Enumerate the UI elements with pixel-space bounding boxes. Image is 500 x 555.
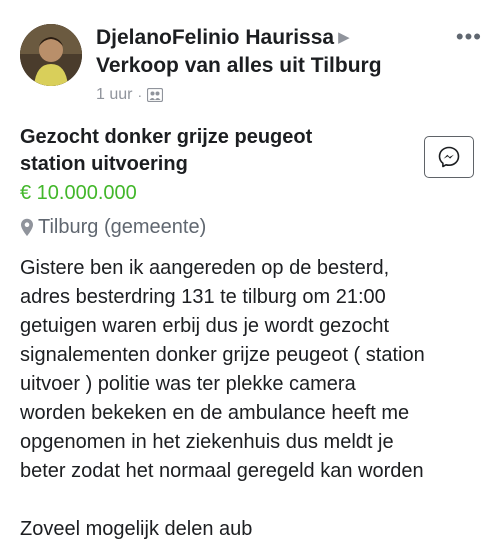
listing-price: € 10.000.000 (20, 182, 137, 204)
share-arrow-icon: ▶ (338, 29, 350, 46)
location-pin-icon (21, 218, 33, 236)
avatar[interactable] (20, 24, 82, 86)
listing-title-line: station uitvoering (20, 153, 188, 175)
body-closing-line: Zoveel mogelijk delen aub (20, 518, 253, 540)
body-line: getuigen waren erbij dus je wordt gezoch… (20, 315, 390, 337)
body-line: signalementen donker grijze peugeot ( st… (20, 344, 425, 366)
listing-location[interactable]: Tilburg (gemeente) (20, 216, 206, 239)
body-line: adres besterdring 131 te tilburg om 21:0… (20, 286, 386, 308)
messenger-icon (438, 146, 460, 168)
group-name[interactable]: Verkoop van alles uit Tilburg (96, 52, 436, 80)
post-body: Gistere ben ik aangereden op de besterd,… (20, 254, 498, 544)
meta-separator: · (137, 87, 143, 103)
post-time[interactable]: 1 uur (96, 86, 132, 104)
avatar-image (20, 24, 82, 86)
location-label: Tilburg (gemeente) (38, 216, 207, 238)
listing-title-line: Gezocht donker grijze peugeot (20, 126, 313, 148)
author-line: DjelanoFelinio Haurissa ▶ (96, 24, 436, 52)
more-options-icon[interactable]: ••• (456, 26, 482, 48)
body-line: uitvoer ) politie was ter plekke camera (20, 373, 356, 395)
messenger-button[interactable] (424, 136, 474, 178)
body-line: Gistere ben ik aangereden op de besterd, (20, 257, 390, 279)
listing-title: Gezocht donker grijze peugeot station ui… (20, 124, 400, 178)
body-line: worden bekeken en de ambulance heeft me (20, 402, 410, 424)
marketplace-post: DjelanoFelinio Haurissa ▶ Verkoop van all… (0, 0, 500, 555)
post-meta: 1 uur · (96, 86, 436, 104)
group-audience-icon (147, 87, 164, 103)
author-name[interactable]: DjelanoFelinio Haurissa (96, 26, 334, 49)
post-header: DjelanoFelinio Haurissa ▶ Verkoop van all… (96, 24, 436, 104)
body-line: opgenomen in het ziekenhuis dus meldt je (20, 431, 394, 453)
body-line: beter zodat het normaal geregeld kan wor… (20, 460, 424, 482)
